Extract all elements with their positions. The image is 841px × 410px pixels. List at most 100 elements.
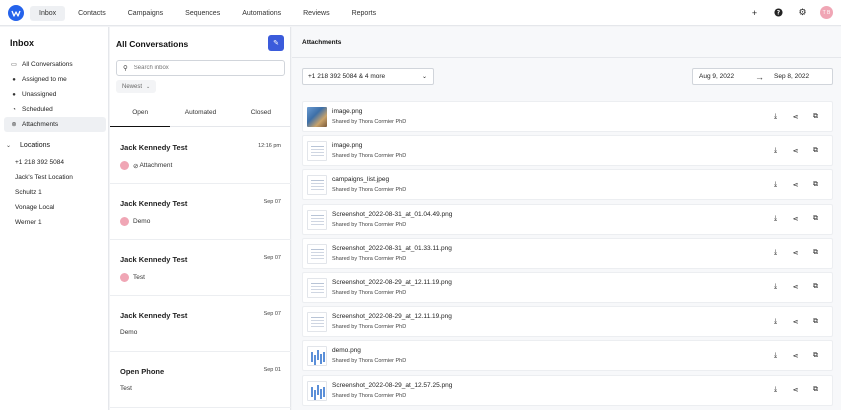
conversation-item[interactable]: Jack Kennedy Test Sep 07 Test xyxy=(110,240,291,296)
download-icon[interactable]: ⤓ xyxy=(771,180,780,189)
pencil-icon: ✎ xyxy=(273,40,279,47)
conversation-item[interactable]: Jack Kennedy Test Sep 07 Demo xyxy=(110,296,291,352)
plus-icon[interactable]: + xyxy=(748,6,761,19)
sidebar-item-unassigned[interactable]: ● Unassigned xyxy=(4,87,106,102)
attachment-thumbnail[interactable] xyxy=(307,243,327,264)
location-item[interactable]: Jack's Test Location xyxy=(15,170,73,185)
attachment-thumbnail[interactable] xyxy=(307,346,327,367)
date-to[interactable]: Sep 8, 2022 xyxy=(774,73,809,80)
download-icon[interactable]: ⤓ xyxy=(771,386,780,395)
share-icon[interactable]: ⋖ xyxy=(791,146,800,155)
conversation-item[interactable]: Jack Kennedy Test 12:16 pm ⊘ Attachment xyxy=(110,128,291,184)
conversation-item[interactable]: Open Phone Sep 01 Test xyxy=(110,352,291,408)
share-icon[interactable]: ⋖ xyxy=(791,283,800,292)
open-external-icon[interactable]: ⧉ xyxy=(811,351,820,360)
attachment-row[interactable]: Screenshot_2022-08-29_at_12.11.19.png Sha… xyxy=(302,271,833,303)
attachment-thumbnail[interactable] xyxy=(307,209,327,230)
open-external-icon[interactable]: ⧉ xyxy=(811,386,820,395)
attachment-row[interactable]: image.png Shared by Thora Cormier PhD ⤓ ⋖ ⧉ xyxy=(302,135,833,167)
locations-toggle[interactable]: ⌄ Locations xyxy=(4,138,106,152)
sidebar-item-scheduled[interactable]: ◔ Scheduled xyxy=(4,102,106,117)
attachment-name[interactable]: image.png xyxy=(332,142,362,149)
nav-tab-reviews[interactable]: Reviews xyxy=(294,6,338,21)
location-item[interactable]: Vonage Local xyxy=(15,200,73,215)
location-item[interactable]: Schultz 1 xyxy=(15,185,73,200)
tab-automated[interactable]: Automated xyxy=(170,99,230,126)
open-external-icon[interactable]: ⧉ xyxy=(811,146,820,155)
attachment-row[interactable]: demo.png Shared by Thora Cormier PhD ⤓ ⋖ ⧉ xyxy=(302,340,833,372)
share-icon[interactable]: ⋖ xyxy=(791,317,800,326)
date-from[interactable]: Aug 9, 2022 xyxy=(699,73,734,80)
download-icon[interactable]: ⤓ xyxy=(771,317,780,326)
chevron-down-icon: ⌄ xyxy=(421,74,427,80)
date-range-picker[interactable]: Aug 9, 2022 → Sep 8, 2022 xyxy=(692,68,833,85)
avatar[interactable]: T B xyxy=(820,6,833,19)
share-icon[interactable]: ⋖ xyxy=(791,386,800,395)
attachment-row[interactable]: Screenshot_2022-08-29_at_12.11.19.png Sha… xyxy=(302,306,833,338)
location-item[interactable]: Werner 1 xyxy=(15,215,73,230)
attachment-name[interactable]: Screenshot_2022-08-29_at_12.11.19.png xyxy=(332,279,452,286)
attachment-name[interactable]: demo.png xyxy=(332,347,361,354)
tab-closed[interactable]: Closed xyxy=(231,99,291,126)
share-icon[interactable]: ⋖ xyxy=(791,351,800,360)
share-icon[interactable]: ⋖ xyxy=(791,249,800,258)
attachment-thumbnail[interactable] xyxy=(307,175,327,196)
attachment-name[interactable]: campaigns_list.jpeg xyxy=(332,176,389,183)
open-external-icon[interactable]: ⧉ xyxy=(811,215,820,224)
share-icon[interactable]: ⋖ xyxy=(791,215,800,224)
location-item[interactable]: +1 218 392 5084 xyxy=(15,155,73,170)
conversation-tabs: Open Automated Closed xyxy=(110,99,291,127)
attachment-row[interactable]: Screenshot_2022-08-31_at_01.33.11.png Sha… xyxy=(302,237,833,269)
app-logo[interactable] xyxy=(8,5,24,21)
page-title: Attachments xyxy=(302,39,342,46)
attachment-row[interactable]: campaigns_list.jpeg Shared by Thora Cormi… xyxy=(302,169,833,201)
nav-tab-contacts[interactable]: Contacts xyxy=(69,6,115,21)
open-external-icon[interactable]: ⧉ xyxy=(811,249,820,258)
open-external-icon[interactable]: ⧉ xyxy=(811,112,820,121)
attachment-thumbnail[interactable] xyxy=(307,107,327,127)
attachment-name[interactable]: Screenshot_2022-08-29_at_12.57.25.png xyxy=(332,382,452,389)
attachment-row[interactable]: Screenshot_2022-08-31_at_01.04.49.png Sha… xyxy=(302,203,833,235)
compose-button[interactable]: ✎ xyxy=(268,35,284,51)
sidebar-item-assigned-to-me[interactable]: ● Assigned to me xyxy=(4,72,106,87)
download-icon[interactable]: ⤓ xyxy=(771,146,780,155)
attachment-name[interactable]: image.png xyxy=(332,108,362,115)
download-icon[interactable]: ⤓ xyxy=(771,283,780,292)
nav-tab-reports[interactable]: Reports xyxy=(343,6,386,21)
nav-tab-automations[interactable]: Automations xyxy=(233,6,290,21)
sidebar-item-attachments[interactable]: ⊚ Attachments xyxy=(4,117,106,132)
conversation-item[interactable]: Jack Kennedy Test Sep 07 Demo xyxy=(110,184,291,240)
gear-icon[interactable]: ⚙ xyxy=(796,6,809,19)
phone-filter-select[interactable]: +1 218 392 5084 & 4 more ⌄ xyxy=(302,68,434,85)
open-external-icon[interactable]: ⧉ xyxy=(811,317,820,326)
attachment-thumbnail[interactable] xyxy=(307,312,327,333)
nav-tab-campaigns[interactable]: Campaigns xyxy=(119,6,172,21)
attachment-thumbnail[interactable] xyxy=(307,277,327,298)
nav-tab-inbox[interactable]: Inbox xyxy=(30,5,66,21)
attachment-row[interactable]: image.png Shared by Thora Cormier PhD ⤓ ⋖ ⧉ xyxy=(302,101,833,132)
download-icon[interactable]: ⤓ xyxy=(771,112,780,121)
attachment-thumbnail[interactable] xyxy=(307,380,327,401)
attachment-name[interactable]: Screenshot_2022-08-31_at_01.33.11.png xyxy=(332,245,452,252)
preview-text: Demo xyxy=(133,218,151,225)
nav-tab-label: Reviews xyxy=(303,9,330,17)
search-box[interactable]: ⚲ xyxy=(116,60,285,76)
attachment-name[interactable]: Screenshot_2022-08-29_at_12.11.19.png xyxy=(332,313,452,320)
share-icon[interactable]: ⋖ xyxy=(791,180,800,189)
tab-open[interactable]: Open xyxy=(110,99,171,127)
help-icon[interactable]: ? xyxy=(772,6,785,19)
attachment-row[interactable]: Screenshot_2022-08-29_at_12.57.25.png Sha… xyxy=(302,374,833,406)
attachment-name[interactable]: Screenshot_2022-08-31_at_01.04.49.png xyxy=(332,211,452,218)
open-external-icon[interactable]: ⧉ xyxy=(811,180,820,189)
sidebar-item-all-conversations[interactable]: ▭ All Conversations xyxy=(4,57,106,72)
download-icon[interactable]: ⤓ xyxy=(771,351,780,360)
attachment-thumbnail[interactable] xyxy=(307,141,327,162)
open-external-icon[interactable]: ⧉ xyxy=(811,283,820,292)
conversation-date: Sep 07 xyxy=(263,311,281,317)
sort-dropdown[interactable]: Newest ⌄ xyxy=(116,80,157,93)
download-icon[interactable]: ⤓ xyxy=(771,249,780,258)
nav-tab-sequences[interactable]: Sequences xyxy=(176,6,229,21)
share-icon[interactable]: ⋖ xyxy=(791,112,800,121)
download-icon[interactable]: ⤓ xyxy=(771,215,780,224)
search-input[interactable] xyxy=(133,65,274,71)
